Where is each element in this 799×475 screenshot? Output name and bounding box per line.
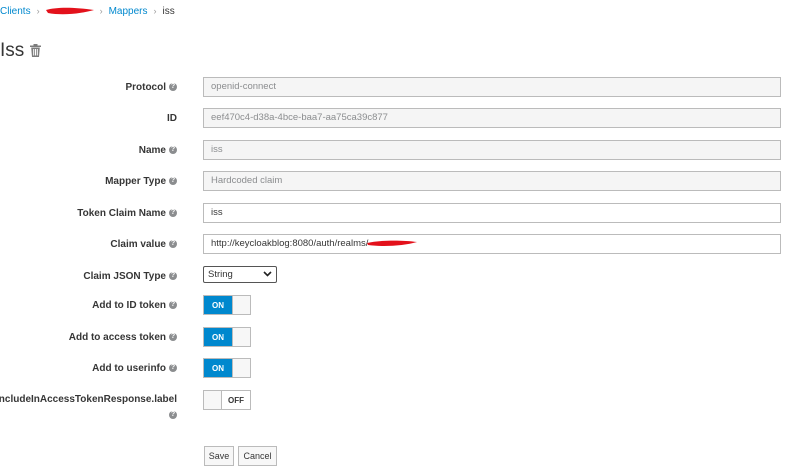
id-row: ID eef470c4-d38a-4bce-baa7-aa75ca39c877: [0, 108, 799, 130]
help-icon[interactable]: ?: [169, 333, 177, 342]
add-to-access-token-label: Add to access token?: [68, 332, 177, 343]
claim-value-label: Claim value?: [110, 239, 177, 250]
claim-value-input[interactable]: http://keycloakblog:8080/auth/realms/: [203, 234, 781, 254]
help-icon[interactable]: ?: [169, 83, 177, 92]
add-to-access-token-row: Add to access token? ON: [0, 327, 799, 349]
redacted-client-crumb[interactable]: [45, 4, 94, 18]
token-claim-name-input[interactable]: iss: [203, 203, 781, 223]
chevron-down-icon: [263, 267, 272, 282]
protocol-label: Protocol?: [125, 82, 177, 93]
breadcrumb: Clients › › Mappers › iss: [0, 4, 175, 18]
add-to-access-token-toggle[interactable]: ON: [203, 327, 251, 347]
toggle-state: ON: [204, 359, 232, 377]
claim-json-type-select[interactable]: String: [203, 266, 277, 283]
name-label: Name?: [138, 145, 177, 156]
id-field: eef470c4-d38a-4bce-baa7-aa75ca39c877: [203, 108, 781, 128]
claim-json-type-row: Claim JSON Type? String: [0, 266, 799, 288]
trash-icon[interactable]: [30, 44, 42, 60]
page-title: Iss: [0, 40, 25, 61]
cancel-button[interactable]: Cancel: [238, 446, 277, 466]
token-claim-name-label: Token Claim Name?: [77, 208, 177, 219]
help-icon[interactable]: ?: [169, 272, 177, 281]
breadcrumb-mappers-link[interactable]: Mappers: [109, 6, 148, 17]
token-claim-name-row: Token Claim Name? iss: [0, 203, 799, 225]
toggle-knob: [232, 296, 250, 314]
protocol-field: openid-connect: [203, 77, 781, 97]
breadcrumb-separator: ›: [36, 6, 40, 16]
help-icon[interactable]: ?: [169, 411, 177, 420]
mapper-type-row: Mapper Type? Hardcoded claim: [0, 171, 799, 193]
help-icon[interactable]: ?: [169, 146, 177, 155]
breadcrumb-separator: ›: [99, 6, 103, 16]
toggle-state: ON: [204, 328, 232, 346]
name-row: Name? iss: [0, 140, 799, 162]
toggle-knob: [232, 359, 250, 377]
toggle-state: ON: [204, 296, 232, 314]
claim-json-type-value: String: [208, 269, 233, 280]
add-to-id-token-label: Add to ID token?: [92, 300, 177, 311]
breadcrumb-clients-link[interactable]: Clients: [0, 6, 31, 17]
save-button[interactable]: Save: [204, 446, 234, 466]
toggle-state: OFF: [228, 395, 244, 405]
add-to-id-token-toggle[interactable]: ON: [203, 295, 251, 315]
name-field: iss: [203, 140, 781, 160]
mapper-type-field: Hardcoded claim: [203, 171, 781, 191]
claim-value-text: http://keycloakblog:8080/auth/realms/: [211, 238, 369, 249]
help-icon[interactable]: ?: [169, 209, 177, 218]
add-to-id-token-row: Add to ID token? ON: [0, 295, 799, 317]
toggle-knob: [232, 328, 250, 346]
mapper-type-label: Mapper Type?: [105, 176, 177, 187]
help-icon[interactable]: ?: [169, 177, 177, 186]
toggle-knob: [204, 391, 222, 409]
protocol-row: Protocol? openid-connect: [0, 77, 799, 99]
add-to-userinfo-label: Add to userinfo?: [92, 363, 177, 374]
breadcrumb-separator: ›: [153, 6, 157, 16]
add-to-userinfo-toggle[interactable]: ON: [203, 358, 251, 378]
include-in-access-token-response-toggle[interactable]: OFF: [203, 390, 251, 410]
claim-json-type-label: Claim JSON Type?: [83, 271, 177, 282]
help-icon[interactable]: ?: [169, 240, 177, 249]
redaction-mark: [367, 241, 418, 247]
include-in-access-token-response-label: includeInAccessTokenResponse.label?: [0, 394, 177, 420]
help-icon[interactable]: ?: [169, 364, 177, 373]
breadcrumb-current: iss: [162, 5, 175, 17]
include-in-access-token-response-row: includeInAccessTokenResponse.label? OFF: [0, 390, 799, 426]
id-label: ID: [167, 113, 177, 124]
claim-value-row: Claim value? http://keycloakblog:8080/au…: [0, 234, 799, 256]
add-to-userinfo-row: Add to userinfo? ON: [0, 358, 799, 380]
help-icon[interactable]: ?: [169, 301, 177, 310]
page-header: Iss: [0, 40, 42, 62]
